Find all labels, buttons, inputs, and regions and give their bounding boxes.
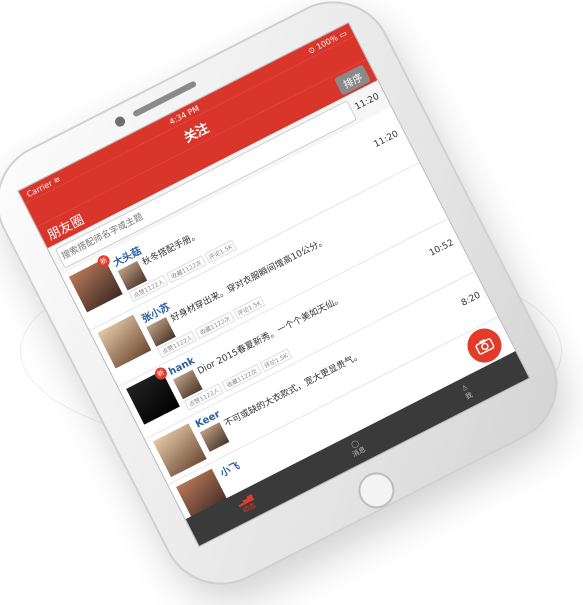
battery-icon: ▭ [337,28,349,40]
wifi-icon: ≋ [51,174,62,186]
tab-label: 我 [464,390,474,402]
search-row-time: 11:20 [353,91,382,113]
front-camera-icon [113,114,127,129]
phone-device: Carrier ≋ 4:34 PM ⊙ 100% ▭ 关注 朋友圈 排序 11:… [0,0,578,605]
lock-icon: ⊙ [306,44,317,56]
camera-icon [475,338,495,355]
app-screen: Carrier ≋ 4:34 PM ⊙ 100% ▭ 关注 朋友圈 排序 11:… [17,21,531,548]
home-button[interactable] [352,466,401,515]
